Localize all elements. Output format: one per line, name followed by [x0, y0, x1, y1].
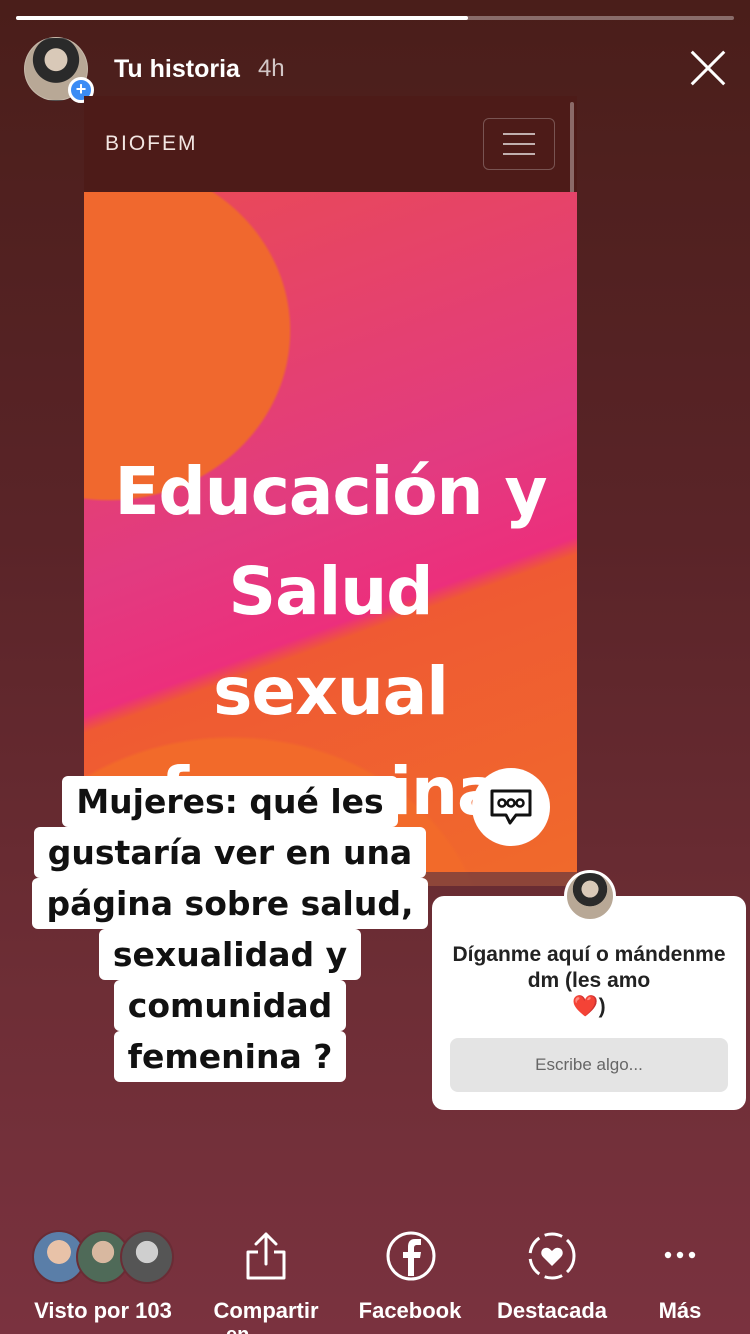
- more-label: Más: [658, 1298, 702, 1323]
- sticker-line: comunidad: [113, 980, 347, 1031]
- close-icon[interactable]: [686, 46, 730, 90]
- question-prompt-text: Díganme aquí o mándenme dm (les amo: [452, 943, 726, 992]
- hero-line: Educación y: [114, 453, 547, 530]
- more-button[interactable]: Más: [630, 1226, 730, 1334]
- embedded-screenshot: BIOFEM Educación y Salud sexual femenina: [84, 96, 577, 886]
- story-header: + Tu historia 4h: [24, 36, 730, 103]
- highlight-label: Destacada: [496, 1298, 608, 1323]
- profile-avatar[interactable]: +: [24, 37, 94, 103]
- highlight-heart-icon: [528, 1232, 576, 1280]
- avatar: [120, 1230, 174, 1284]
- share-label: Compartir: [213, 1298, 319, 1323]
- chat-bubble-icon[interactable]: [472, 768, 550, 846]
- story-timestamp: 4h: [257, 55, 285, 82]
- share-button[interactable]: Compartir en: [206, 1226, 326, 1334]
- sticker-line: página sobre salud,: [32, 878, 428, 929]
- facebook-button[interactable]: Facebook: [350, 1226, 470, 1334]
- story-title[interactable]: Tu historia: [114, 55, 240, 84]
- more-icon: [664, 1251, 696, 1259]
- facebook-label: Facebook: [358, 1298, 462, 1323]
- facebook-icon: [386, 1231, 436, 1281]
- heart-emoji: ❤️: [572, 995, 599, 1018]
- hero-line: sexual: [213, 653, 449, 730]
- menu-icon: [483, 118, 555, 170]
- share-icon: [246, 1232, 286, 1280]
- site-brand: BIOFEM: [105, 132, 198, 155]
- viewers-label: Visto por 103: [34, 1298, 172, 1323]
- question-prompt: Díganme aquí o mándenme dm (les amo ❤️): [446, 942, 732, 1020]
- sticker-line: Mujeres: qué les: [62, 776, 398, 827]
- question-prompt-closing: ): [598, 995, 606, 1018]
- hero-line: Salud: [228, 553, 434, 630]
- sticker-line: sexualidad y: [98, 929, 362, 980]
- highlight-button[interactable]: Destacada: [492, 1226, 612, 1334]
- bottom-action-bar: Visto por 103 Compartir en Facebook Dest…: [0, 1226, 750, 1334]
- viewers-button[interactable]: Visto por 103: [0, 1226, 206, 1334]
- avatar: [564, 870, 616, 922]
- share-label-overflow: en: [226, 1324, 249, 1334]
- viewer-avatars: [32, 1230, 174, 1284]
- sticker-line: gustaría ver en una: [33, 827, 427, 878]
- story-progress-bar: [16, 16, 734, 20]
- story-progress-fill: [16, 16, 469, 20]
- answer-input[interactable]: Escribe algo...: [450, 1038, 728, 1092]
- site-navbar: BIOFEM: [84, 96, 577, 262]
- question-box[interactable]: Díganme aquí o mándenme dm (les amo ❤️) …: [432, 870, 746, 1110]
- question-text-sticker: Mujeres: qué les gustaría ver en una pág…: [26, 776, 434, 1082]
- sticker-line: femenina ?: [113, 1031, 347, 1082]
